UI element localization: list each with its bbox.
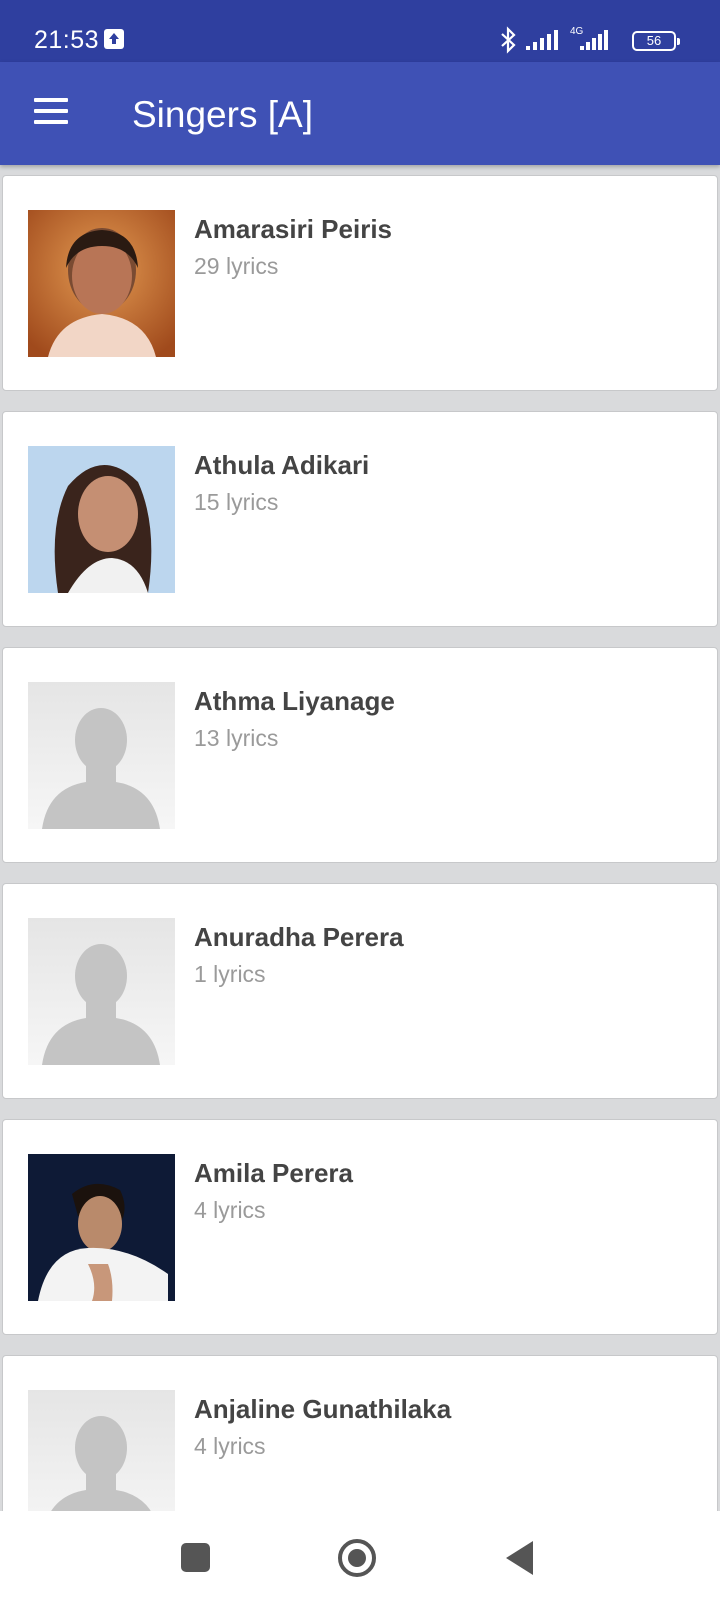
singer-avatar [28, 210, 175, 357]
lyrics-count: 15 lyrics [194, 489, 279, 515]
battery-icon: 56 [632, 31, 680, 51]
lyrics-count: 4 lyrics [194, 1197, 266, 1223]
singer-name: Anjaline Gunathilaka [194, 1394, 452, 1424]
navigation-bar [0, 1511, 720, 1600]
singer-card[interactable]: Athula Adikari 15 lyrics [2, 411, 718, 627]
singer-name: Athula Adikari [194, 450, 370, 480]
battery-level: 56 [646, 33, 662, 48]
recent-apps-icon[interactable] [181, 1543, 210, 1572]
singer-avatar-placeholder [28, 918, 175, 1065]
back-icon[interactable] [506, 1541, 533, 1575]
singer-card[interactable]: Athma Liyanage 13 lyrics [2, 647, 718, 863]
app-bar: Singers [A] [0, 62, 720, 165]
singer-card[interactable]: Anuradha Perera 1 lyrics [2, 883, 718, 1099]
bluetooth-icon [501, 26, 516, 54]
status-time: 21:53 [34, 26, 100, 54]
lyrics-count: 1 lyrics [194, 961, 266, 987]
upload-notification-icon [104, 29, 124, 49]
singer-avatar [28, 1154, 175, 1301]
singer-avatar-placeholder [28, 682, 175, 829]
lyrics-count: 4 lyrics [194, 1433, 266, 1459]
lyrics-count: 29 lyrics [194, 253, 279, 279]
singer-name: Anuradha Perera [194, 922, 404, 952]
singer-name: Amila Perera [194, 1158, 353, 1188]
signal-strength-icon-2 [580, 30, 608, 50]
singer-avatar [28, 446, 175, 593]
home-icon[interactable] [338, 1539, 376, 1577]
singer-name: Athma Liyanage [194, 686, 395, 716]
lyrics-count: 13 lyrics [194, 725, 279, 751]
signal-strength-icon [526, 30, 558, 50]
status-bar: 21:53 4G 56 [0, 0, 720, 62]
singer-card[interactable]: Amila Perera 4 lyrics [2, 1119, 718, 1335]
page-title: Singers [A] [132, 94, 313, 135]
singer-card[interactable]: Amarasiri Peiris 29 lyrics [2, 175, 718, 391]
menu-icon[interactable] [34, 98, 68, 124]
singer-name: Amarasiri Peiris [194, 214, 393, 244]
